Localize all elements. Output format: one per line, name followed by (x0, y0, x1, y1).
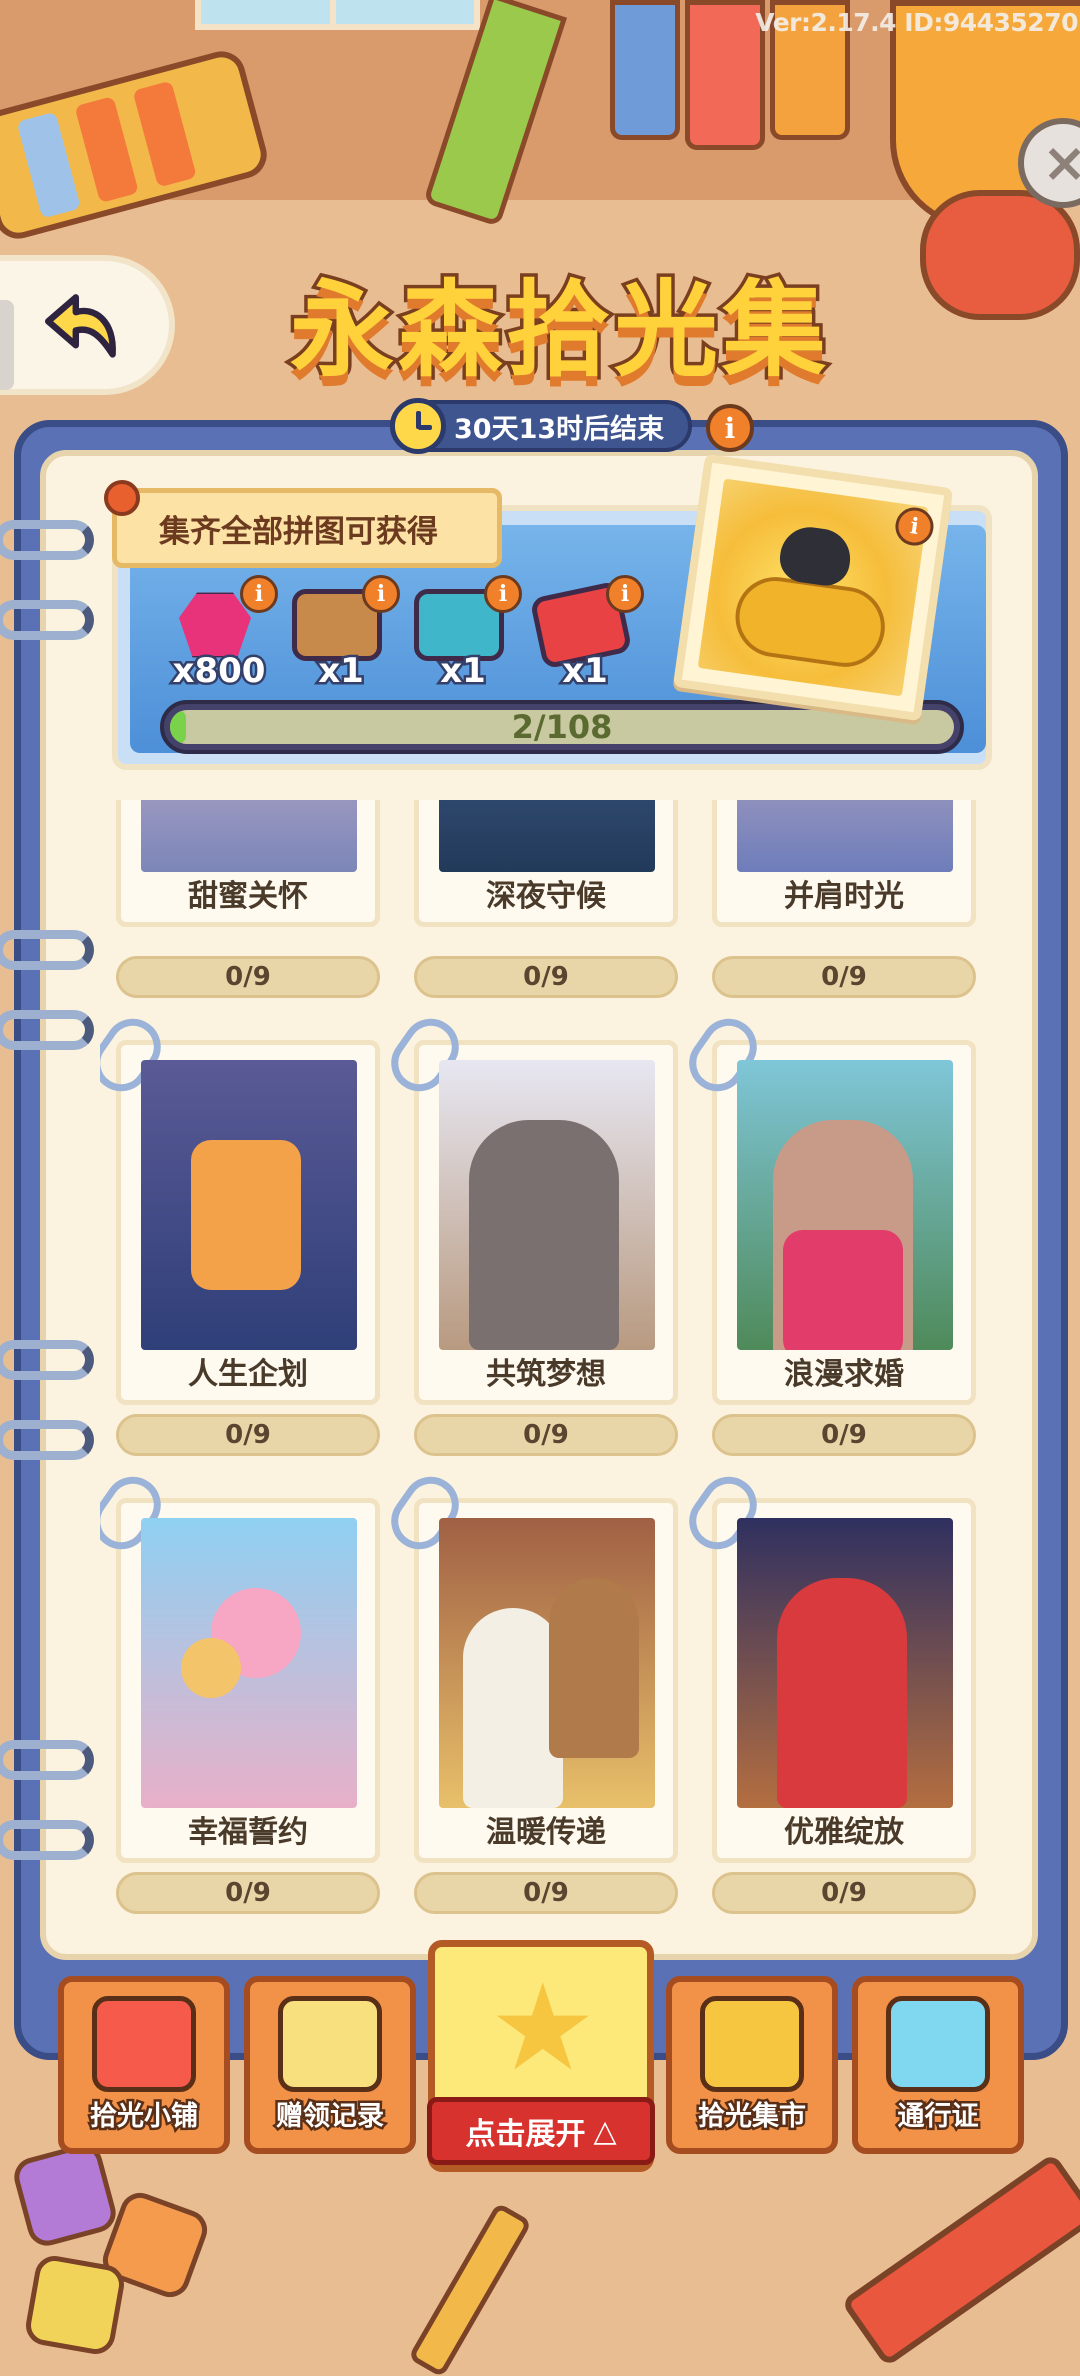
binder-ring (0, 520, 94, 560)
back-arrow-icon (44, 294, 116, 358)
album-progress: 0/9 (414, 956, 678, 998)
reward-qty: x1 (560, 649, 611, 694)
book (685, 0, 765, 150)
binder-ring (0, 600, 94, 640)
binder-ring (0, 1420, 94, 1460)
album-art (737, 800, 953, 872)
album-name: 优雅绽放 (784, 1815, 904, 1850)
binder-ring (0, 1820, 94, 1860)
coin-pile-icon (730, 571, 891, 672)
album-card[interactable]: 幸福誓约 (100, 1465, 380, 1863)
event-title: 永森拾光集 (286, 264, 830, 394)
collect-all-ribbon: 集齐全部拼图可获得 (112, 488, 502, 568)
album-name: 浪漫求婚 (784, 1357, 904, 1392)
gift-log-button[interactable]: 赠领记录 (244, 1976, 416, 2154)
album-progress: 0/9 (712, 956, 976, 998)
gift-log-label: 赠领记录 (274, 2099, 387, 2135)
event-info-button[interactable]: i (706, 404, 754, 452)
close-icon: × (1042, 131, 1080, 194)
album-name: 并肩时光 (784, 879, 904, 914)
album-progress: 0/9 (116, 956, 380, 998)
album-art (737, 1518, 953, 1808)
album-card[interactable]: 人生企划 (100, 1007, 380, 1405)
pass-label: 通行证 (895, 2099, 981, 2135)
album-name: 深夜守候 (486, 879, 606, 914)
info-icon[interactable]: i (606, 575, 644, 613)
reward-item-chest[interactable]: x1 i (402, 575, 524, 698)
reward-list: x800 i x1 i x1 i x1 i (158, 575, 646, 698)
trophy-base (920, 190, 1080, 320)
album-art (141, 1518, 357, 1808)
gift-box-icon (700, 1996, 804, 2092)
shop-button[interactable]: 拾光小铺 (58, 1976, 230, 2154)
shop-label: 拾光小铺 (88, 2099, 201, 2135)
grand-prize-card[interactable]: i (672, 453, 954, 722)
triangle-up-icon: △ (593, 2113, 617, 2149)
book (610, 0, 680, 140)
album-card[interactable]: 并肩时光 (712, 800, 976, 927)
expand-bar: 点击展开 △ (427, 2097, 655, 2165)
reward-qty: x1 (438, 649, 489, 694)
progress-text: 2/108 (511, 710, 613, 744)
side-handle (0, 300, 14, 390)
info-icon[interactable]: i (362, 575, 400, 613)
album-card[interactable]: 深夜守候 (414, 800, 678, 927)
back-button[interactable] (0, 255, 175, 395)
album-card[interactable]: 温暖传递 (380, 1465, 678, 1863)
album-name: 甜蜜关怀 (188, 879, 308, 914)
reward-qty: x1 (316, 649, 367, 694)
album-art (439, 1518, 655, 1808)
album-progress: 0/9 (414, 1872, 678, 1914)
album-name: 温暖传递 (486, 1815, 606, 1850)
album-name: 人生企划 (188, 1357, 308, 1392)
expand-button[interactable]: ★ 点击展开 △ (427, 1940, 655, 2172)
album-art (141, 800, 357, 872)
album-progress: 0/9 (116, 1414, 380, 1456)
expand-label: 点击展开 (465, 2117, 586, 2152)
grand-prize-art (697, 478, 929, 697)
album-card[interactable]: 甜蜜关怀 (116, 800, 380, 927)
puzzle-piece (22, 2252, 128, 2358)
shop-icon (92, 1996, 196, 2092)
album-card[interactable]: 共筑梦想 (380, 1007, 678, 1405)
binder-ring (0, 930, 94, 970)
window (330, 0, 480, 30)
pass-button[interactable]: 通行证 (852, 1976, 1024, 2154)
window (195, 0, 345, 30)
album-art (737, 1060, 953, 1350)
album-progress: 0/9 (116, 1872, 380, 1914)
reward-item-ticket[interactable]: x1 i (524, 575, 646, 698)
album-art (439, 1060, 655, 1350)
album-art (141, 1060, 357, 1350)
album-name: 幸福誓约 (188, 1815, 308, 1850)
album-grid: 甜蜜关怀 0/9 深夜守候 0/9 并肩时光 0/9 人生企划 0/9 共筑梦想… (100, 800, 1000, 1920)
album-progress: 0/9 (414, 1414, 678, 1456)
star-icon: ★ (489, 1959, 597, 2098)
info-icon[interactable]: i (484, 575, 522, 613)
binder-ring (0, 1010, 94, 1050)
pushpin-icon (104, 480, 140, 516)
reward-item-crate[interactable]: x1 i (280, 575, 402, 698)
album-progress: 0/9 (712, 1414, 976, 1456)
reward-item-gems[interactable]: x800 i (158, 575, 280, 698)
album-card[interactable]: 浪漫求婚 (678, 1007, 976, 1405)
info-icon[interactable]: i (240, 575, 278, 613)
album-name: 共筑梦想 (486, 1357, 606, 1392)
album-art (439, 800, 655, 872)
reward-qty: x800 (170, 649, 268, 694)
market-label: 拾光集市 (696, 2099, 809, 2135)
album-card[interactable]: 优雅绽放 (678, 1465, 976, 1863)
market-button[interactable]: 拾光集市 (666, 1976, 838, 2154)
notepad-icon (278, 1996, 382, 2092)
version-label: Ver:2.17.4 ID:94435270 (755, 8, 1078, 37)
binder-ring (0, 1340, 94, 1380)
clock-icon (390, 398, 446, 454)
binder-ring (0, 1740, 94, 1780)
album-progress: 0/9 (712, 1872, 976, 1914)
camera-ticket-icon (886, 1996, 990, 2092)
